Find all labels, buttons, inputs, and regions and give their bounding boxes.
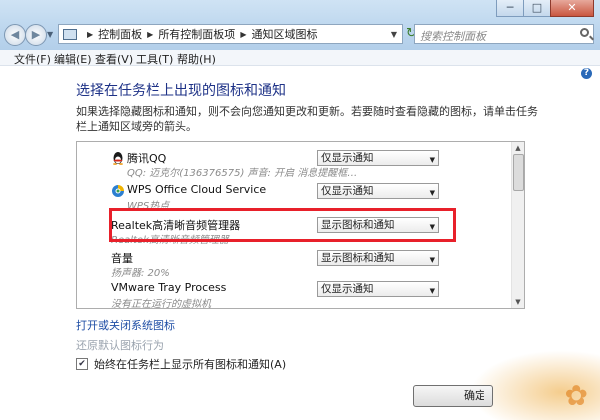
- page-description: 如果选择隐藏图标和通知，则不会向您通知更改和更新。若要随时查看隐藏的图标，请单击…: [76, 105, 538, 133]
- scrollbar-thumb[interactable]: [513, 154, 524, 191]
- address-bar[interactable]: ▶ 控制面板 ▶ 所有控制面板项 ▶ 通知区域图标 ▼: [58, 24, 403, 44]
- restore-default-link[interactable]: 还原默认图标行为: [76, 337, 164, 353]
- breadcrumb-control-panel[interactable]: 控制面板: [98, 26, 142, 42]
- wps-cloud-icon: [112, 185, 124, 197]
- menu-file[interactable]: 文件(F): [14, 51, 51, 67]
- qq-penguin-icon: [113, 152, 123, 165]
- recent-pages-dropdown-icon[interactable]: ▼: [47, 30, 53, 39]
- behavior-value: 仅显示通知: [321, 283, 374, 295]
- chevron-down-icon: ▼: [429, 189, 435, 197]
- list-item: VMware Tray Process 没有正在运行的虚拟机 仅显示通知 ▼: [111, 281, 441, 311]
- always-show-checkbox[interactable]: ✔: [76, 358, 88, 370]
- breadcrumb-notification-icons[interactable]: 通知区域图标: [251, 26, 317, 42]
- item-name: WPS Office Cloud Service: [127, 183, 267, 196]
- item-subtitle: 扬声器: 20%: [111, 268, 170, 279]
- control-panel-icon: [63, 28, 77, 40]
- window-controls: ─ □ ✕: [496, 0, 594, 17]
- highlight-box: [109, 208, 456, 242]
- address-dropdown-icon[interactable]: ▼: [386, 30, 402, 39]
- close-button[interactable]: ✕: [550, 0, 594, 17]
- behavior-select[interactable]: 仅显示通知 ▼: [317, 183, 439, 199]
- ok-button[interactable]: 确定: [413, 385, 493, 407]
- item-subtitle: QQ: 迈克尔(136376575) 声音: 开启 消息提醒框…: [127, 168, 358, 179]
- breadcrumb-all-items[interactable]: 所有控制面板项: [158, 26, 235, 42]
- list-scrollbar[interactable]: ▲ ▼: [511, 142, 524, 308]
- behavior-select[interactable]: 显示图标和通知 ▼: [317, 250, 439, 266]
- page-title: 选择在任务栏上出现的图标和通知: [76, 83, 286, 99]
- search-icon[interactable]: [580, 28, 589, 37]
- chevron-down-icon: ▼: [429, 256, 435, 264]
- breadcrumb-chevron-icon[interactable]: ▶: [147, 30, 153, 39]
- menu-tools[interactable]: 工具(T): [136, 51, 173, 67]
- behavior-value: 显示图标和通知: [321, 252, 395, 264]
- scroll-down-icon[interactable]: ▼: [513, 297, 523, 307]
- breadcrumb-chevron-icon[interactable]: ▶: [240, 30, 246, 39]
- menu-bar: 文件(F) 编辑(E) 查看(V) 工具(T) 帮助(H): [0, 50, 600, 66]
- ok-button-label: 确定: [464, 389, 484, 402]
- scroll-up-icon[interactable]: ▲: [513, 143, 523, 153]
- item-name: VMware Tray Process: [111, 281, 227, 294]
- behavior-value: 仅显示通知: [321, 185, 374, 197]
- list-item: 音量 扬声器: 20% 显示图标和通知 ▼: [111, 250, 441, 280]
- help-icon[interactable]: ?: [581, 68, 592, 79]
- system-icons-link[interactable]: 打开或关闭系统图标: [76, 317, 175, 333]
- watermark-logo-icon: ✿: [564, 379, 588, 412]
- behavior-select[interactable]: 仅显示通知 ▼: [317, 150, 439, 166]
- chevron-down-icon: ▼: [429, 156, 435, 164]
- title-bar: ─ □ ✕ ◀ ▶ ▼ ▶ 控制面板 ▶ 所有控制面板项 ▶ 通知区域图标 ▼ …: [0, 0, 600, 51]
- menu-edit[interactable]: 编辑(E): [54, 51, 92, 67]
- list-item: 腾讯QQ QQ: 迈克尔(136376575) 声音: 开启 消息提醒框… 仅显…: [111, 150, 441, 180]
- menu-view[interactable]: 查看(V): [95, 51, 133, 67]
- back-button[interactable]: ◀: [4, 24, 26, 46]
- chevron-down-icon: ▼: [429, 287, 435, 295]
- minimize-button[interactable]: ─: [496, 0, 524, 17]
- back-arrow-icon: ◀: [10, 28, 20, 41]
- search-input[interactable]: 搜索控制面板: [414, 24, 594, 44]
- always-show-label: 始终在任务栏上显示所有图标和通知(A): [94, 358, 287, 371]
- behavior-value: 仅显示通知: [321, 152, 374, 164]
- behavior-select[interactable]: 仅显示通知 ▼: [317, 281, 439, 297]
- forward-arrow-icon: ▶: [31, 28, 41, 41]
- always-show-option[interactable]: ✔ 始终在任务栏上显示所有图标和通知(A): [76, 356, 286, 372]
- item-subtitle: 没有正在运行的虚拟机: [111, 299, 211, 310]
- maximize-button[interactable]: □: [523, 0, 551, 17]
- breadcrumb-chevron-icon[interactable]: ▶: [87, 30, 93, 39]
- forward-button[interactable]: ▶: [25, 24, 47, 46]
- menu-help[interactable]: 帮助(H): [177, 51, 216, 67]
